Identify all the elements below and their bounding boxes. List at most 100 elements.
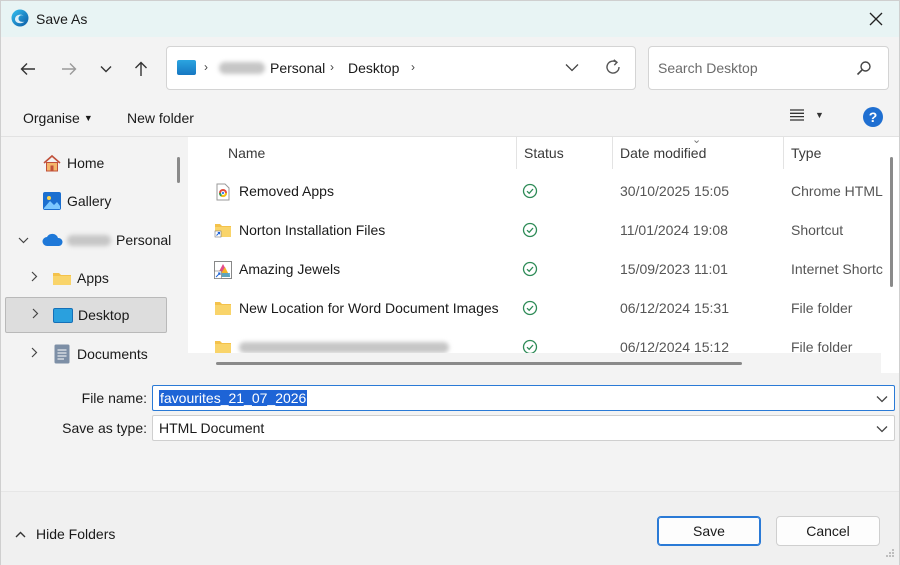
file-row[interactable]: Norton Installation Files 11/01/2024 19:…: [188, 212, 881, 251]
scrollbar-thumb[interactable]: [216, 362, 742, 365]
file-date: 30/10/2025 15:05: [620, 183, 729, 199]
column-divider[interactable]: [612, 137, 613, 169]
breadcrumb-chevron-icon: ›: [330, 60, 334, 74]
cancel-button[interactable]: Cancel: [776, 516, 880, 546]
file-name-field[interactable]: favourites_21_07_2026: [152, 385, 895, 411]
column-header-name[interactable]: Name: [228, 137, 265, 169]
internet-shortcut-icon: [214, 261, 232, 279]
chevron-down-icon[interactable]: [876, 390, 888, 406]
recent-locations-button[interactable]: [92, 56, 120, 82]
window-title: Save As: [36, 11, 88, 27]
search-box[interactable]: Search Desktop: [648, 46, 889, 90]
up-button[interactable]: [127, 56, 155, 82]
column-header-type[interactable]: Type: [791, 137, 821, 169]
back-button[interactable]: [14, 56, 42, 82]
file-row[interactable]: Amazing Jewels 15/09/2023 11:01 Internet…: [188, 251, 883, 290]
file-type: File folder: [791, 300, 853, 316]
gallery-icon: [42, 191, 62, 214]
title-bar: Save As: [1, 1, 899, 37]
search-input[interactable]: Search Desktop: [658, 60, 758, 76]
folder-icon: [52, 270, 72, 289]
close-icon: [869, 12, 883, 26]
new-folder-button[interactable]: New folder: [127, 110, 194, 126]
file-row[interactable]: New Location for Word Document Images 06…: [188, 290, 881, 329]
save-as-type-value: HTML Document: [159, 420, 265, 436]
breadcrumb-desktop[interactable]: Desktop: [348, 60, 399, 76]
hide-folders-button[interactable]: Hide Folders: [15, 526, 115, 542]
address-history-dropdown[interactable]: [565, 59, 579, 75]
navigation-pane: Home Gallery Personal Apps Desktop Docum…: [1, 137, 188, 373]
chevron-right-icon[interactable]: [31, 271, 38, 285]
synced-check-icon: [522, 300, 538, 319]
sidebar-item-documents[interactable]: Documents: [5, 336, 167, 372]
save-form: File name: favourites_21_07_2026 Save as…: [1, 373, 899, 491]
file-type: Shortcut: [791, 222, 844, 238]
resize-grip-icon[interactable]: [885, 545, 895, 561]
chevron-down-icon[interactable]: [876, 420, 888, 436]
refresh-button[interactable]: [604, 58, 622, 79]
sidebar-item-apps[interactable]: Apps: [5, 260, 167, 296]
file-name: Norton Installation Files: [239, 222, 386, 238]
sidebar-item-desktop[interactable]: Desktop: [5, 297, 167, 333]
refresh-icon: [606, 59, 620, 74]
change-view-button[interactable]: ▼: [789, 108, 824, 122]
caret-down-icon: ▼: [83, 113, 93, 123]
file-list-horizontal-scrollbar[interactable]: [188, 353, 881, 373]
column-header-status[interactable]: Status: [524, 137, 564, 169]
organise-menu[interactable]: Organise ▼: [23, 110, 93, 126]
sidebar-item-personal[interactable]: Personal: [5, 222, 171, 258]
column-header-date-modified[interactable]: Date modified: [620, 137, 706, 169]
column-divider[interactable]: [516, 137, 517, 169]
chevron-right-icon[interactable]: [31, 347, 38, 361]
chevron-down-icon: [565, 64, 579, 72]
sidebar-item-label: Desktop: [78, 307, 130, 323]
arrow-up-icon: [135, 61, 147, 76]
chevron-down-icon: [100, 66, 112, 73]
file-list: ⌄ Name Status Date modified Type Removed…: [188, 137, 899, 373]
edge-app-icon: [11, 9, 29, 27]
file-row[interactable]: Removed Apps 30/10/2025 15:05 Chrome HTM…: [188, 173, 883, 212]
sidebar-item-label: Apps: [77, 270, 109, 286]
hide-folders-label: Hide Folders: [36, 526, 116, 542]
address-bar[interactable]: › Personal › Desktop ›: [166, 46, 636, 90]
file-type: Internet Shortc: [791, 261, 883, 277]
search-icon: [856, 60, 872, 79]
breadcrumb-chevron-icon[interactable]: ›: [411, 60, 415, 74]
breadcrumb-user-redacted: [219, 62, 265, 74]
file-list-vertical-scrollbar[interactable]: [890, 157, 893, 287]
chrome-html-icon: [214, 183, 232, 201]
synced-check-icon: [522, 261, 538, 280]
sidebar-item-home[interactable]: Home: [5, 145, 167, 181]
forward-button[interactable]: [55, 56, 83, 82]
sidebar-item-label: Documents: [77, 346, 148, 362]
chevron-right-icon[interactable]: [32, 308, 39, 322]
close-button[interactable]: [853, 1, 899, 37]
organise-label: Organise: [23, 110, 80, 126]
view-list-icon: [790, 109, 804, 121]
save-as-type-select[interactable]: HTML Document: [152, 415, 895, 441]
file-name-redacted: [239, 342, 449, 353]
home-icon: [42, 154, 62, 175]
this-pc-icon: [177, 60, 196, 75]
column-divider[interactable]: [783, 137, 784, 169]
cloud-icon: [42, 233, 64, 250]
sidebar-item-label: Personal: [116, 232, 172, 248]
file-date: 11/01/2024 19:08: [620, 222, 728, 238]
file-name-label: File name:: [81, 390, 147, 406]
breadcrumb-personal[interactable]: Personal: [270, 60, 325, 76]
folder-icon: [214, 300, 232, 316]
sidebar-scrollbar[interactable]: [177, 157, 180, 183]
caret-down-icon: ▼: [815, 110, 824, 120]
save-button[interactable]: Save: [657, 516, 761, 546]
save-as-dialog: Save As › Personal › Desktop › Search De…: [0, 0, 900, 565]
sidebar-item-gallery[interactable]: Gallery: [5, 183, 167, 219]
file-name: New Location for Word Document Images: [239, 300, 499, 316]
account-name-redacted: [67, 235, 111, 246]
save-as-type-label: Save as type:: [62, 420, 147, 436]
documents-icon: [54, 344, 70, 367]
chevron-down-icon[interactable]: [18, 233, 29, 247]
help-button[interactable]: ?: [863, 107, 883, 127]
file-type: Chrome HTML: [791, 183, 883, 199]
synced-check-icon: [522, 183, 538, 202]
file-name-value[interactable]: favourites_21_07_2026: [159, 390, 308, 406]
